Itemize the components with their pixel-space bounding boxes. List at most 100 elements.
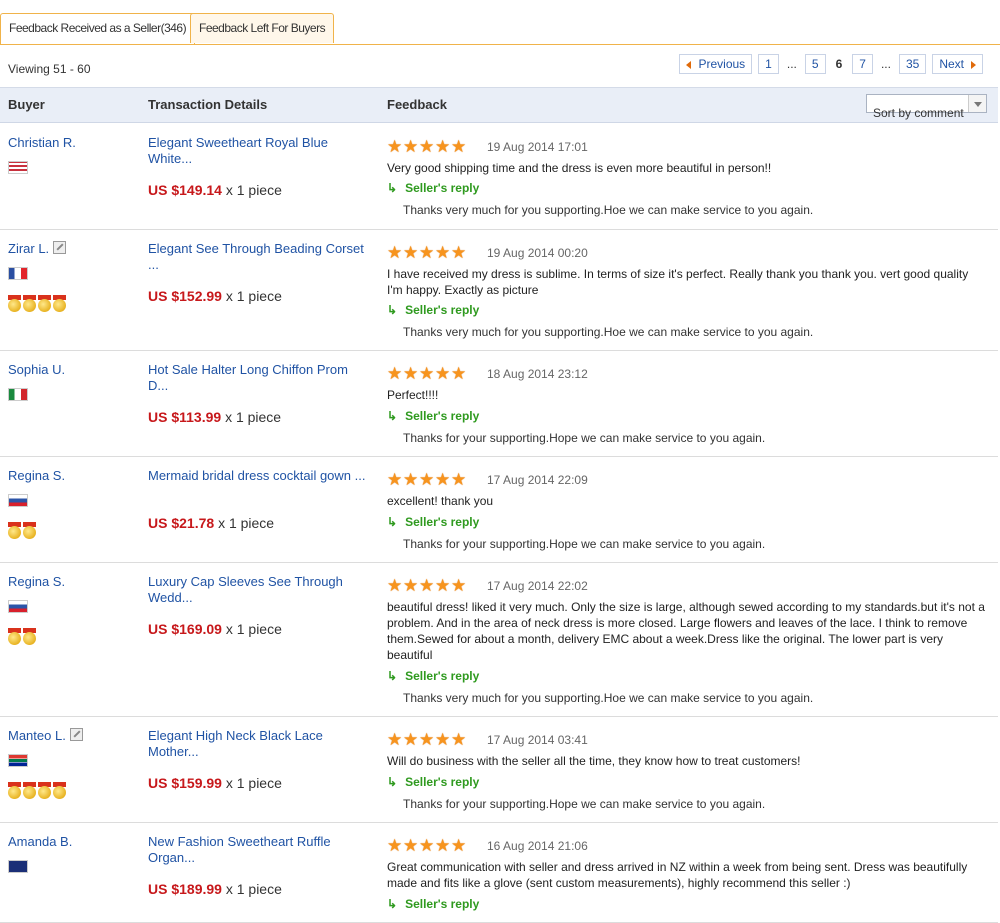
price-line: US $21.78 x 1 piece: [148, 515, 274, 531]
star-icon: ★: [451, 364, 467, 383]
price: US $152.99: [148, 288, 222, 304]
medal-icon: [23, 782, 36, 799]
buyer-name-link[interactable]: Regina S.: [8, 468, 65, 483]
feedback-text: Perfect!!!!: [387, 388, 439, 402]
tab-left-for-buyers[interactable]: Feedback Left For Buyers: [190, 13, 335, 43]
table-header: Buyer Transaction Details Feedback Sort …: [0, 87, 998, 123]
product-link[interactable]: Mermaid bridal dress cocktail gown ...: [148, 468, 368, 484]
star-icon: ★: [403, 470, 419, 489]
star-icon: ★: [403, 730, 419, 749]
star-rating: ★★★★★: [387, 470, 467, 489]
star-rating: ★★★★★: [387, 836, 467, 855]
quantity: x 1 piece: [225, 182, 282, 198]
buyer-name-link[interactable]: Zirar L.: [8, 241, 67, 256]
star-icon: ★: [435, 470, 451, 489]
seller-reply-label: ↳ Seller's reply: [387, 897, 480, 911]
arrow-left-icon: [686, 60, 692, 69]
price: US $169.09: [148, 621, 222, 637]
column-header-feedback: Feedback: [387, 97, 447, 112]
seller-reply-label: ↳ Seller's reply: [387, 669, 480, 683]
page-link-5[interactable]: 5: [804, 54, 826, 74]
page-link-35[interactable]: 35: [898, 54, 927, 74]
italy-flag-icon: [8, 388, 28, 401]
chevron-down-icon[interactable]: [968, 95, 986, 112]
seller-reply-label: ↳ Seller's reply: [387, 181, 480, 195]
column-header-buyer: Buyer: [8, 97, 45, 112]
star-icon: ★: [387, 576, 403, 595]
table-row: Regina S. Mermaid bridal dress cocktail g…: [0, 456, 998, 563]
star-icon: ★: [387, 243, 403, 262]
star-icon: ★: [403, 364, 419, 383]
feedback-date: 16 Aug 2014 21:06: [487, 839, 588, 853]
star-icon: ★: [435, 364, 451, 383]
product-link[interactable]: Elegant High Neck Black Lace Mother...: [148, 728, 368, 760]
price-line: US $189.99 x 1 piece: [148, 881, 282, 897]
us-flag-icon: [8, 161, 28, 174]
feedback-text: Great communication with seller and dres…: [387, 860, 968, 890]
star-icon: ★: [403, 137, 419, 156]
feedback-date: 17 Aug 2014 22:09: [487, 473, 588, 487]
star-icon: ★: [387, 137, 403, 156]
table-row: Zirar L. Elegant See Through Beading Cors…: [0, 229, 998, 351]
next-button[interactable]: Next: [932, 54, 983, 74]
star-icon: ★: [419, 137, 435, 156]
medal-icon: [53, 295, 66, 312]
previous-button[interactable]: Previous: [679, 54, 753, 74]
reply-arrow-icon: ↳: [387, 181, 398, 195]
buyer-name-link[interactable]: Christian R.: [8, 135, 76, 150]
product-link[interactable]: Elegant Sweetheart Royal Blue White...: [148, 135, 368, 167]
seller-reply-text: Thanks very much for you supporting.Hoe …: [403, 691, 814, 705]
table-row: Regina S. Luxury Cap Sleeves See Through …: [0, 562, 998, 717]
buyer-medals: [8, 782, 68, 800]
feedback-date: 19 Aug 2014 17:01: [487, 140, 588, 154]
page-ellipsis: ...: [878, 55, 893, 73]
star-icon: ★: [451, 576, 467, 595]
reply-arrow-icon: ↳: [387, 409, 398, 423]
feedback-text: Will do business with the seller all the…: [387, 754, 801, 768]
buyer-name-link[interactable]: Sophia U.: [8, 362, 65, 377]
feedback-text: beautiful dress! liked it very much. Onl…: [387, 600, 985, 662]
product-link[interactable]: Hot Sale Halter Long Chiffon Prom D...: [148, 362, 368, 394]
price-line: US $149.14 x 1 piece: [148, 182, 282, 198]
medal-icon: [8, 628, 21, 645]
feedback-date: 18 Aug 2014 23:12: [487, 367, 588, 381]
edit-icon: [69, 728, 83, 741]
new-zealand-flag-icon: [8, 860, 28, 873]
product-link[interactable]: Elegant See Through Beading Corset ...: [148, 241, 368, 273]
page-link-7[interactable]: 7: [852, 54, 873, 74]
seller-reply-label: ↳ Seller's reply: [387, 409, 480, 423]
medal-icon: [53, 782, 66, 799]
star-rating: ★★★★★: [387, 243, 467, 262]
price-line: US $169.09 x 1 piece: [148, 621, 282, 637]
reply-arrow-icon: ↳: [387, 775, 398, 789]
buyer-name-link[interactable]: Amanda B.: [8, 834, 72, 849]
product-link[interactable]: Luxury Cap Sleeves See Through Wedd...: [148, 574, 368, 606]
product-link[interactable]: New Fashion Sweetheart Ruffle Organ...: [148, 834, 368, 866]
star-icon: ★: [403, 836, 419, 855]
quantity: x 1 piece: [225, 288, 282, 304]
quantity: x 1 piece: [225, 881, 282, 897]
page-link-1[interactable]: 1: [758, 54, 779, 74]
quantity: x 1 piece: [225, 775, 282, 791]
star-icon: ★: [387, 470, 403, 489]
buyer-name-link[interactable]: Regina S.: [8, 574, 65, 589]
quantity: x 1 piece: [225, 409, 282, 425]
price: US $149.14: [148, 182, 222, 198]
seller-reply-label: ↳ Seller's reply: [387, 303, 480, 317]
tab-received-as-seller[interactable]: Feedback Received as a Seller(346): [0, 13, 196, 44]
price: US $189.99: [148, 881, 222, 897]
seller-reply-text: Thanks very much for you supporting.Hoe …: [403, 325, 814, 339]
star-icon: ★: [419, 364, 435, 383]
buyer-name-link[interactable]: Manteo L.: [8, 728, 83, 743]
star-rating: ★★★★★: [387, 730, 467, 749]
seller-reply-text: Thanks for your supporting.Hope we can m…: [403, 797, 766, 811]
medal-icon: [8, 522, 21, 539]
medal-icon: [23, 522, 36, 539]
star-icon: ★: [419, 730, 435, 749]
feedback-date: 17 Aug 2014 03:41: [487, 733, 588, 747]
star-icon: ★: [435, 576, 451, 595]
seller-reply-label: ↳ Seller's reply: [387, 515, 480, 529]
reply-arrow-icon: ↳: [387, 669, 398, 683]
sort-select[interactable]: Sort by comment: [866, 94, 987, 120]
table-row: Christian R. Elegant Sweetheart Royal Blu…: [0, 123, 998, 230]
